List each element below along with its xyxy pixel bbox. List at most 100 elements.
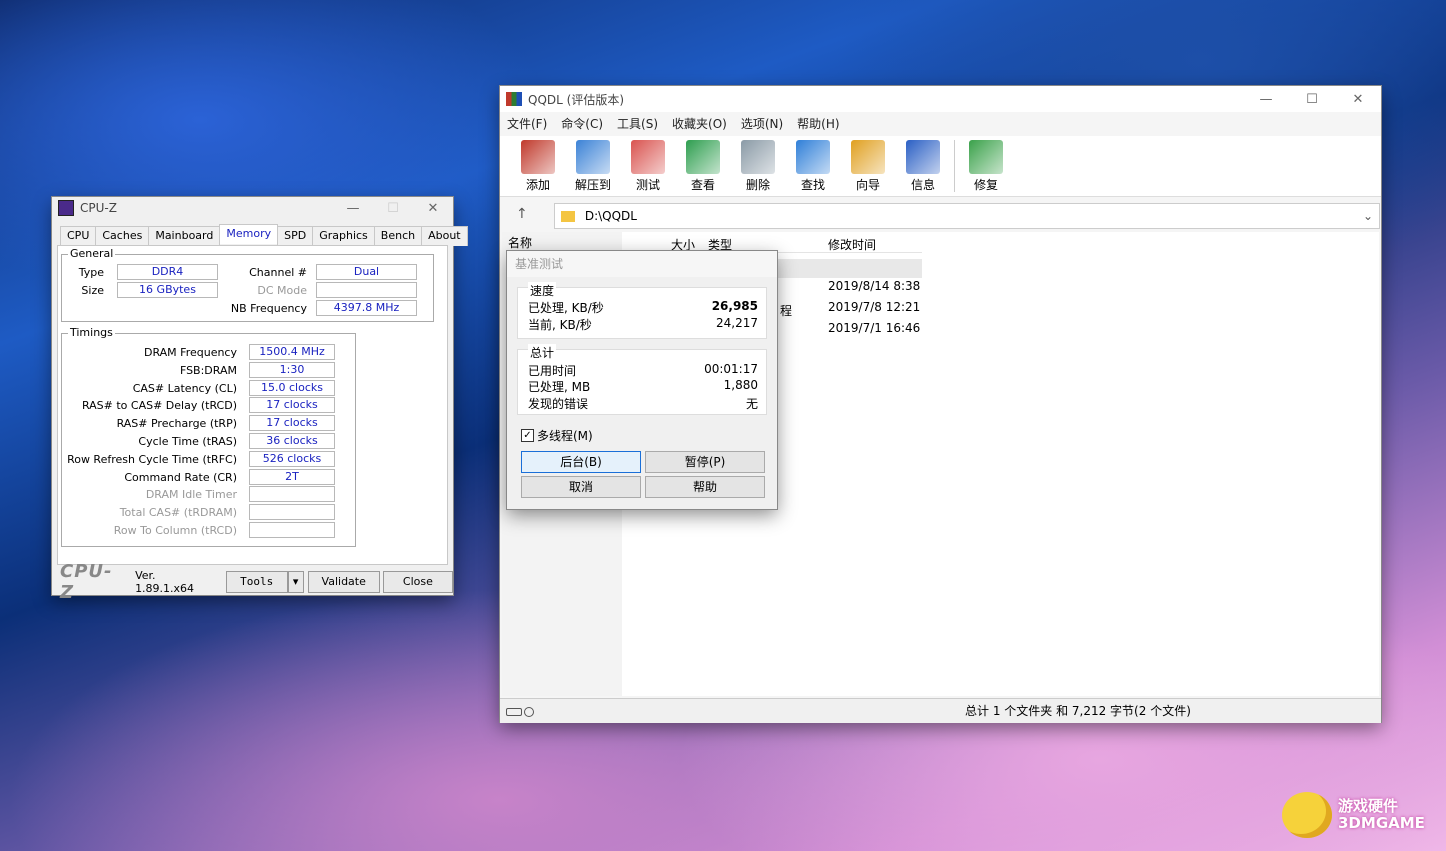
tool-button[interactable]: 添加 [512,138,564,193]
benchmark-dialog: 基准测试 速度 已处理, KB/秒 26,985 当前, KB/秒 24,217… [507,251,777,509]
tool-label: 查找 [800,178,825,192]
tab-mainboard[interactable]: Mainboard [148,226,221,246]
maximize-button[interactable]: ☐ [373,201,413,216]
total-section: 总计 已用时间 00:01:17 已处理, MB 1,880 发现的错误 无 [517,344,767,415]
tool-button[interactable]: 解压到 [567,138,619,193]
multithread-checkbox[interactable]: ✓ [521,429,534,442]
menu-item[interactable]: 命令(C) [554,113,610,133]
tab-about[interactable]: About [421,226,468,246]
tools-dropdown[interactable]: Tools ▾ [225,571,304,593]
rar-titlebar[interactable]: QQDL (评估版本) — ☐ ✕ [500,86,1381,112]
menu-item[interactable]: 帮助(H) [790,113,846,133]
tool-button[interactable]: 信息 [897,138,949,193]
size-label: Size [81,284,104,297]
tool-button[interactable]: 修复 [960,138,1012,193]
current-speed-value: 24,217 [716,316,758,330]
file-modified: 2019/8/14 8:38 [828,279,921,293]
tab-cpu[interactable]: CPU [60,226,97,246]
menu-bar: 文件(F) 命令(C) 工具(S) 收藏夹(O) 选项(N) 帮助(H) [500,113,847,133]
current-speed-row: 当前, KB/秒 24,217 [528,316,758,332]
tool-button[interactable]: 查找 [787,138,839,193]
cpuz-titlebar[interactable]: CPU-Z — ☐ ✕ [52,197,453,219]
tool-label: 查看 [690,178,715,192]
menu-item[interactable]: 收藏夹(O) [665,113,734,133]
processed-mb-value: 1,880 [723,378,758,392]
type-value: DDR4 [117,264,218,280]
cpuz-logo: CPU-Z [60,561,113,603]
tool-button[interactable]: 删除 [732,138,784,193]
tool-label: 向导 [855,178,880,192]
tool-button[interactable]: 查看 [677,138,729,193]
timing-value: 526 clocks [249,450,335,467]
chevron-down-icon[interactable]: ⌄ [1363,204,1373,228]
tab-graphics[interactable]: Graphics [312,226,375,246]
background-button[interactable]: 后台(B) [521,451,641,473]
menu-item[interactable]: 工具(S) [610,113,665,133]
timing-label: RAS# Precharge (tRP) [116,417,237,431]
tab-memory[interactable]: Memory [219,224,279,244]
duck-logo-icon [1282,792,1332,838]
timing-value: 36 clocks [249,433,335,449]
cancel-button[interactable]: 取消 [521,476,641,498]
folder-icon [561,211,575,222]
speed-section: 速度 已处理, KB/秒 26,985 当前, KB/秒 24,217 [517,282,767,339]
menu-item[interactable]: 选项(N) [734,113,790,133]
processed-speed-label: 已处理, KB/秒 [528,301,604,315]
close-button[interactable]: ✕ [413,201,453,216]
col-modified[interactable]: 修改时间 [828,236,876,253]
tools-button[interactable]: Tools [225,571,288,593]
tab-spd[interactable]: SPD [277,226,314,246]
minimize-button[interactable]: — [333,201,373,216]
tab-caches[interactable]: Caches [95,226,150,246]
status-text: 总计 1 个文件夹 和 7,212 字节(2 个文件) [965,704,1191,718]
tab-bench[interactable]: Bench [373,226,423,246]
processed-speed-value: 26,985 [711,299,758,313]
timings-label: Timings [68,326,115,339]
processed-mb-row: 已处理, MB 1,880 [528,378,758,394]
channel-label: Channel # [249,266,307,279]
address-path: D:\QQDL [584,209,637,223]
tool-icon [741,140,775,174]
cpuz-title: CPU-Z [80,201,117,215]
errors-value: 无 [745,397,758,411]
tool-icon [576,140,610,174]
processed-speed-row: 已处理, KB/秒 26,985 [528,299,758,315]
nbfreq-label: NB Frequency [230,302,307,315]
pause-button[interactable]: 暂停(P) [645,451,765,473]
cpuz-tabs: CPU Caches Mainboard Memory SPD Graphics Bench… [60,224,468,246]
general-label: General [68,247,116,260]
tool-label: 信息 [910,178,935,192]
menu-item[interactable]: 文件(F) [500,113,554,133]
close-app-button[interactable]: Close [382,571,454,593]
total-label: 总计 [528,344,557,361]
address-bar[interactable]: D:\QQDL ⌄ [554,203,1380,229]
elapsed-value: 00:01:17 [704,362,758,376]
timing-label: Row To Column (tRCD) [113,524,237,537]
help-button[interactable]: 帮助 [645,476,765,498]
toolbar: 添加 解压到 测试 查看 删除 查找 向导 信息 修复 [500,136,1381,197]
up-arrow-icon[interactable]: ↑ [516,206,528,222]
col-name[interactable]: 名称 [508,234,532,251]
chevron-down-icon[interactable]: ▾ [287,571,304,593]
file-modified: 2019/7/1 16:46 [828,321,921,335]
status-bar: 总计 1 个文件夹 和 7,212 字节(2 个文件) [500,698,1381,723]
dcmode-label: DC Mode [257,284,307,297]
timing-label: Command Rate (CR) [124,470,237,484]
minimize-button[interactable]: — [1243,92,1289,107]
cpuz-footer: CPU-Z Ver. 1.89.1.x64 Tools ▾ Validate C… [52,561,454,603]
version-text: Ver. 1.89.1.x64 [135,569,195,595]
maximize-button[interactable]: ☐ [1289,92,1335,107]
tool-icon [969,140,1003,174]
watermark-text: 游戏硬件 3DMGAME [1338,797,1425,832]
multithread-checkbox-row[interactable]: ✓ 多线程(M) [521,427,593,444]
tool-button[interactable]: 向导 [842,138,894,193]
tool-button[interactable]: 测试 [622,138,674,193]
rar-title: QQDL (评估版本) [528,92,624,107]
file-modified: 2019/7/8 12:21 [828,300,921,314]
toolbar-divider [954,140,955,192]
validate-button[interactable]: Validate [307,571,380,593]
tool-icon [521,140,555,174]
close-button[interactable]: ✕ [1335,92,1381,107]
timing-value: 15.0 clocks [249,379,335,396]
benchmark-title[interactable]: 基准测试 [507,251,777,277]
